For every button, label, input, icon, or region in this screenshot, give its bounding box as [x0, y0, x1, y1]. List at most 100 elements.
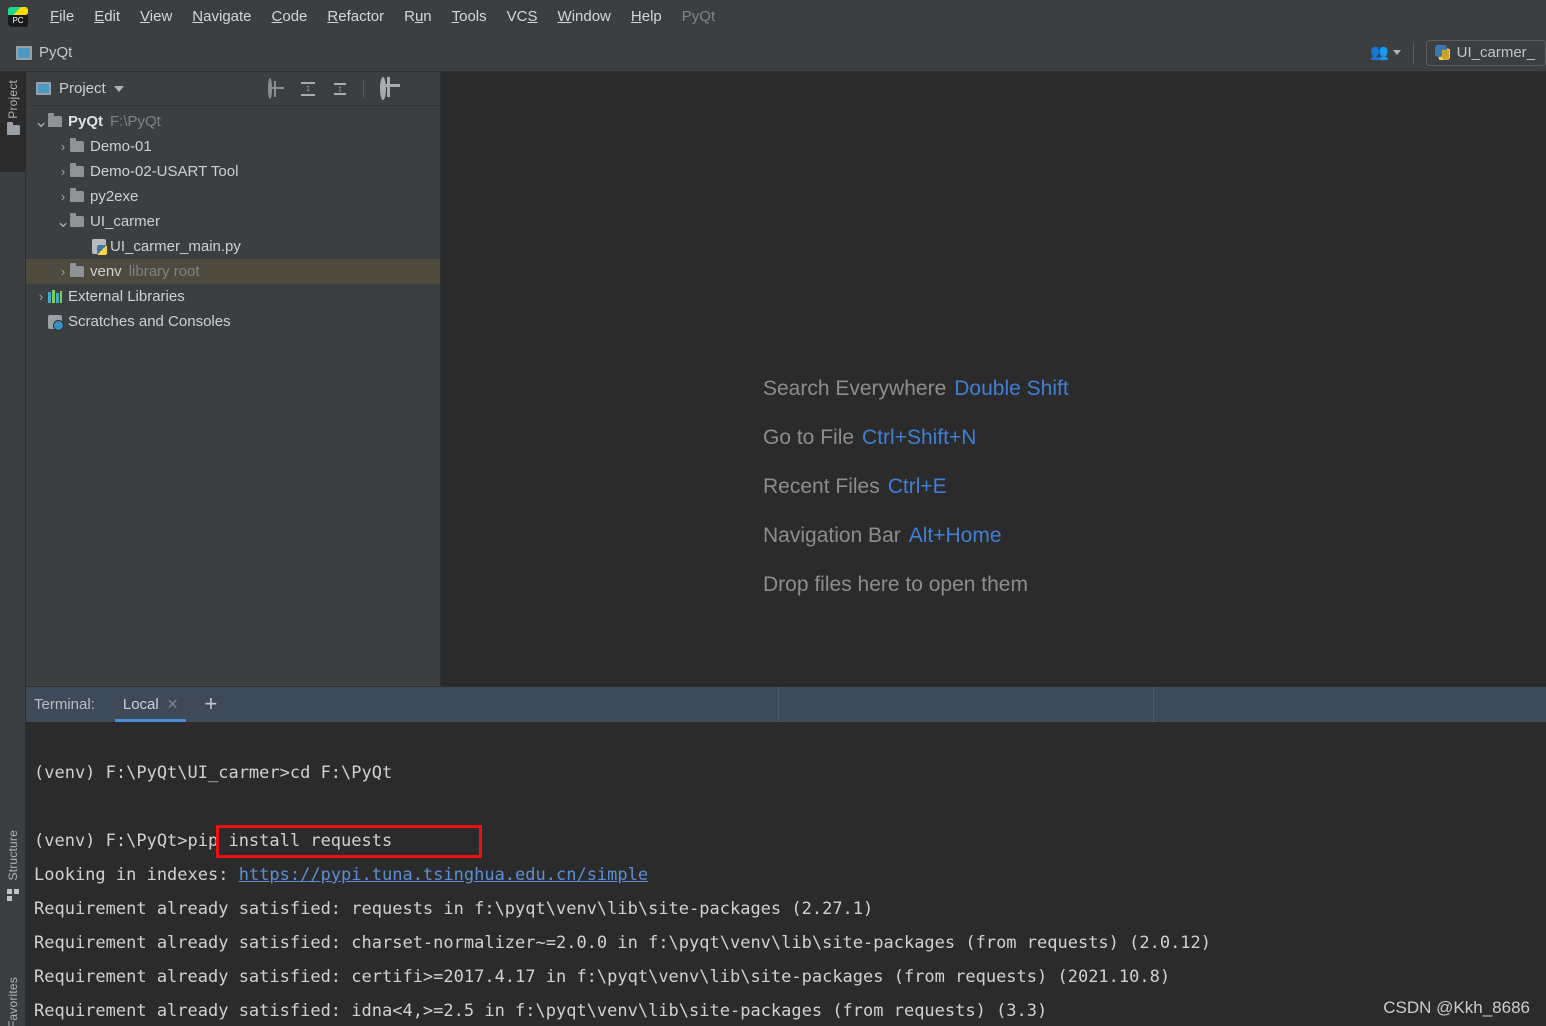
terminal-tool-window-header: Terminal: Local ✕ + [26, 686, 1546, 722]
folder-icon [6, 121, 20, 135]
terminal-link[interactable]: https://pypi.tuna.tsinghua.edu.cn/simple [239, 865, 648, 885]
editor-hint-shortcut: Alt+Home [908, 524, 1002, 547]
scratches-icon [48, 314, 64, 331]
tree-node-label: py2exe [90, 188, 139, 205]
terminal-header-filler-2 [779, 687, 1153, 722]
tree-node[interactable]: › External Libraries [26, 284, 440, 309]
menu-item-vcs[interactable]: VCS [497, 0, 548, 34]
menu-item-window[interactable]: Window [548, 0, 621, 34]
plus-icon[interactable]: + [190, 687, 231, 722]
tree-node[interactable]: › Demo-02-USART Tool [26, 159, 440, 184]
folder-icon [70, 263, 84, 277]
rail-button-project[interactable]: Project [0, 72, 26, 172]
watermark-label: CSDN @Kkh_8686 [1383, 998, 1530, 1017]
tree-node[interactable]: UI_carmer_main.py [26, 234, 440, 259]
toolbar-divider [363, 79, 364, 98]
tree-node[interactable]: › py2exe [26, 184, 440, 209]
editor-hint: Navigation Bar Alt+Home [763, 524, 1069, 548]
editor-hint-text: Recent Files [763, 475, 880, 498]
menu-item-file[interactable]: File [40, 0, 84, 34]
main-toolbar: PyQt 👥 UI_carmer_ [0, 34, 1546, 72]
terminal-line: (venv) F:\PyQt>pip install requests [34, 831, 393, 851]
chevron-down-icon[interactable]: ⌄ [56, 213, 70, 230]
rail-project-label: Project [6, 80, 20, 119]
tree-node-label: venv [90, 263, 122, 280]
tree-node-sublabel: F:\PyQt [110, 113, 161, 130]
chevron-down-icon[interactable] [113, 85, 124, 92]
terminal-line: (venv) F:\PyQt\UI_carmer>cd F:\PyQt [34, 763, 393, 783]
terminal-tab-local[interactable]: Local ✕ [111, 687, 191, 722]
expand-all-icon[interactable]: ↕ [299, 80, 317, 98]
terminal-header-filler-3 [1154, 687, 1546, 722]
menu-item-view[interactable]: View [130, 0, 182, 34]
chevron-right-icon[interactable]: › [56, 264, 70, 279]
terminal-line-text: Looking in indexes: [34, 865, 239, 885]
terminal-output[interactable]: (venv) F:\PyQt\UI_carmer>cd F:\PyQt (venv… [26, 722, 1546, 1026]
editor-hint-text: Navigation Bar [763, 524, 901, 547]
menu-item-tools[interactable]: Tools [442, 0, 497, 34]
chevron-right-icon[interactable]: › [56, 164, 70, 179]
editor-hint: Search Everywhere Double Shift [763, 377, 1069, 401]
rail-favorites-label: Favorites [6, 977, 20, 1026]
terminal-header-filler-1 [231, 687, 778, 722]
folder-icon [70, 138, 84, 152]
tree-node-label: PyQt [68, 113, 104, 130]
editor-hint-shortcut: Double Shift [954, 377, 1069, 400]
tree-node-label: Demo-02-USART Tool [90, 163, 239, 180]
external-libraries-icon [48, 290, 62, 303]
chevron-right-icon[interactable]: › [56, 189, 70, 204]
structure-blocks-icon [7, 888, 19, 901]
chevron-right-icon[interactable]: › [56, 139, 70, 154]
tree-node[interactable]: ⌄ UI_carmer [26, 209, 440, 234]
editor-hint-shortcut: Ctrl+Shift+N [862, 426, 977, 449]
project-panel-header: Project ↕ ↕ [26, 72, 440, 106]
hide-panel-icon[interactable] [410, 80, 428, 98]
folder-icon [70, 188, 84, 202]
editor-hint-text: Search Everywhere [763, 377, 947, 400]
editor-hint: Drop files here to open them [763, 573, 1069, 597]
menu-item-navigate[interactable]: Navigate [182, 0, 261, 34]
settings-gear-icon[interactable] [378, 76, 396, 100]
user-account-button[interactable]: 👥 [1358, 45, 1413, 60]
chevron-down-icon[interactable]: ⌄ [34, 113, 48, 130]
project-tree: ⌄ PyQt F:\PyQt › Demo-01 › Demo-02-USART Tool ›… [26, 106, 440, 334]
editor-hint-text: Drop files here to open them [763, 573, 1028, 596]
close-icon[interactable]: ✕ [167, 696, 179, 713]
toolbar-right-group: 👥 UI_carmer_ [1358, 34, 1546, 71]
tree-node[interactable]: › Demo-01 [26, 134, 440, 159]
tree-node[interactable]: › venv library root [26, 259, 440, 284]
rail-structure-label: Structure [6, 830, 20, 881]
rail-button-structure[interactable]: Structure [0, 830, 26, 901]
folder-icon [70, 163, 84, 177]
chevron-right-icon[interactable]: › [34, 289, 48, 304]
tree-node-label: UI_carmer [90, 213, 161, 230]
pycharm-logo-icon [8, 7, 28, 27]
folder-icon [48, 113, 62, 127]
menu-item-help[interactable]: Help [621, 0, 672, 34]
run-configuration-label: UI_carmer_ [1456, 44, 1535, 61]
terminal-line: Requirement already satisfied: certifi>=… [34, 967, 1171, 987]
tree-node-label: External Libraries [68, 288, 185, 305]
menu-item-run[interactable]: Run [394, 0, 442, 34]
collapse-all-icon[interactable]: ↕ [331, 80, 349, 98]
project-module-icon [16, 45, 32, 60]
menu-item-edit[interactable]: Edit [84, 0, 130, 34]
rail-button-favorites[interactable]: Favorites ★ [0, 977, 26, 1026]
tree-node-sublabel: library root [128, 263, 200, 280]
tree-node[interactable]: ⌄ PyQt F:\PyQt [26, 109, 440, 134]
run-configuration-selector[interactable]: UI_carmer_ [1425, 39, 1546, 66]
python-file-icon [92, 239, 107, 255]
select-opened-file-icon[interactable] [267, 77, 285, 99]
menu-item-code[interactable]: Code [262, 0, 318, 34]
project-panel-title: Project [59, 80, 106, 97]
tree-node[interactable]: Scratches and Consoles [26, 309, 440, 334]
tree-node-label: Demo-01 [90, 138, 152, 155]
terminal-title-label: Terminal: [34, 696, 95, 713]
editor-hint-list: Search Everywhere Double Shift Go to File C… [763, 377, 1069, 597]
user-account-icon: 👥 [1369, 44, 1389, 61]
left-tool-rail: Project Structure Favorites ★ [0, 72, 26, 1026]
menu-item-refactor[interactable]: Refactor [317, 0, 394, 34]
project-panel-toolbar: ↕ ↕ [267, 76, 434, 100]
terminal-line: Looking in indexes: https://pypi.tuna.ts… [26, 858, 1546, 892]
